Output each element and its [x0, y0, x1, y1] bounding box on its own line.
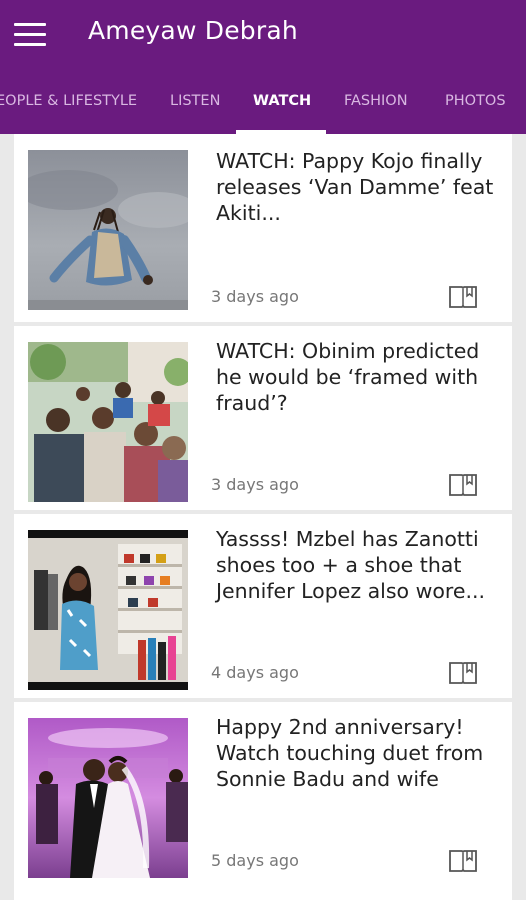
- article-timestamp: 4 days ago: [211, 663, 299, 682]
- article-timestamp: 5 days ago: [211, 851, 299, 870]
- app-title: Ameyaw Debrah: [88, 16, 298, 45]
- article-list: WATCH: Pappy Kojo finally releases ‘Van …: [14, 134, 512, 890]
- article-headline[interactable]: WATCH: Pappy Kojo finally releases ‘Van …: [216, 148, 500, 226]
- tab-fashion[interactable]: FASHION: [344, 86, 408, 134]
- article-card[interactable]: WATCH: Obinim predicted he would be ‘fra…: [14, 326, 512, 510]
- article-headline[interactable]: Happy 2nd anniversary! Watch touching du…: [216, 714, 500, 792]
- bookmark-icon[interactable]: [448, 848, 478, 874]
- article-card[interactable]: Yassss! Mzbel has Zanotti shoes too + a …: [14, 514, 512, 698]
- bookmark-icon[interactable]: [448, 472, 478, 498]
- tab-watch[interactable]: WATCH: [253, 86, 311, 134]
- article-thumbnail: [28, 718, 188, 878]
- article-thumbnail: [28, 530, 188, 690]
- tab-photos[interactable]: PHOTOS: [445, 86, 506, 134]
- article-thumbnail: [28, 342, 188, 502]
- category-tabs: EOPLE & LIFESTYLE LISTEN WATCH FASHION P…: [0, 86, 526, 134]
- article-card[interactable]: WATCH: Pappy Kojo finally releases ‘Van …: [14, 134, 512, 322]
- article-headline[interactable]: WATCH: Obinim predicted he would be ‘fra…: [216, 338, 500, 416]
- tab-listen[interactable]: LISTEN: [170, 86, 220, 134]
- article-timestamp: 3 days ago: [211, 287, 299, 306]
- article-timestamp: 3 days ago: [211, 475, 299, 494]
- hamburger-menu-icon[interactable]: [14, 22, 46, 48]
- article-card[interactable]: Happy 2nd anniversary! Watch touching du…: [14, 702, 512, 886]
- bookmark-icon[interactable]: [448, 660, 478, 686]
- tab-people-lifestyle[interactable]: EOPLE & LIFESTYLE: [0, 86, 137, 134]
- article-thumbnail: [28, 150, 188, 310]
- next-card-edge: [14, 886, 512, 900]
- app-bar: Ameyaw Debrah EOPLE & LIFESTYLE LISTEN W…: [0, 0, 526, 134]
- bookmark-icon[interactable]: [448, 284, 478, 310]
- article-headline[interactable]: Yassss! Mzbel has Zanotti shoes too + a …: [216, 526, 500, 604]
